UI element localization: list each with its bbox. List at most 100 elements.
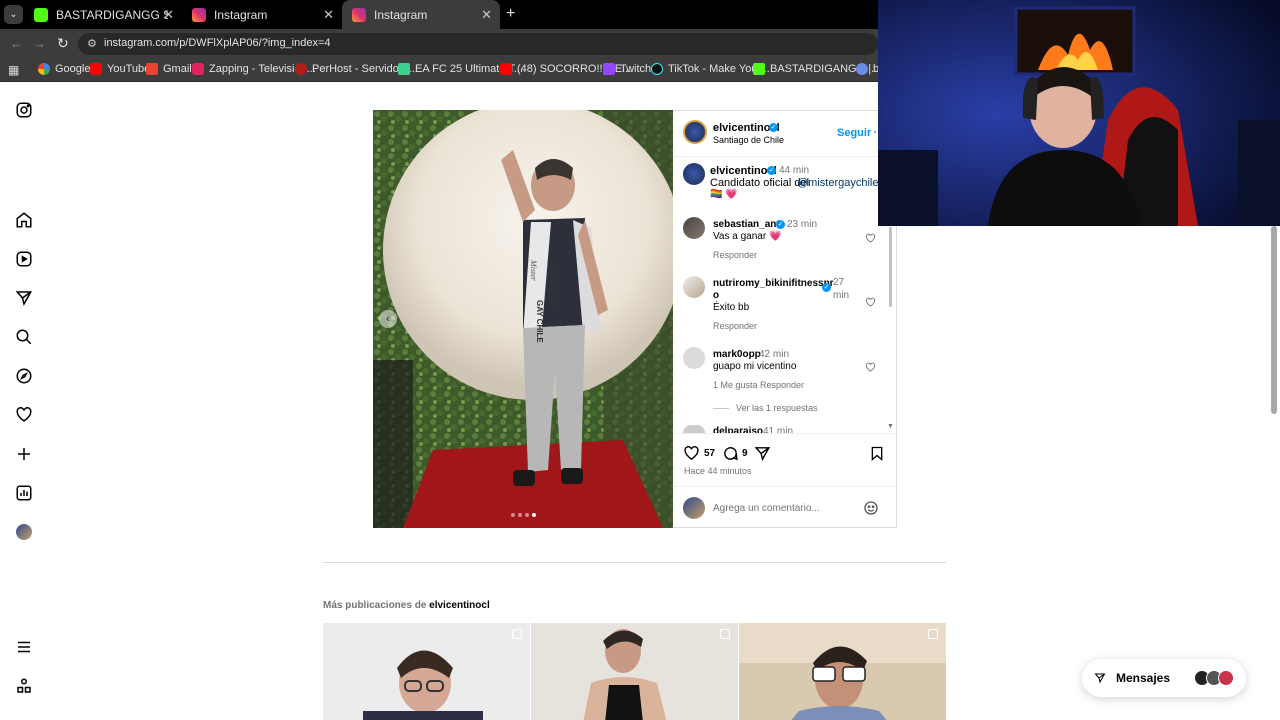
close-icon[interactable]: ✕ xyxy=(323,7,334,23)
comments-scrollbar[interactable] xyxy=(889,227,892,307)
tab-label: BASTARDIGANGG Stream - Wa xyxy=(56,7,168,22)
comment-avatar[interactable] xyxy=(683,276,705,298)
reload-icon[interactable]: ↻ xyxy=(57,35,69,52)
back-icon[interactable]: ← xyxy=(10,36,23,51)
scroll-down-icon[interactable]: ▼ xyxy=(887,423,894,430)
send-icon[interactable] xyxy=(15,289,33,307)
comment-count[interactable]: 9 xyxy=(742,448,748,459)
sash-text-3: Mister xyxy=(529,259,538,282)
bookmark-tiktok[interactable]: TikTok - Make Your... xyxy=(651,63,770,75)
reply-button[interactable]: Responder xyxy=(713,250,757,260)
create-icon[interactable] xyxy=(15,445,33,463)
current-user-avatar xyxy=(683,497,705,519)
comment-text: guapo mi vicentino xyxy=(713,361,797,372)
avatar xyxy=(1218,670,1234,686)
caption-mention[interactable]: @mistergaychile xyxy=(797,177,878,189)
carousel-prev-button[interactable]: ‹ xyxy=(379,310,397,328)
tab-instagram-1[interactable]: Instagram ✕ xyxy=(182,0,342,29)
message-avatars xyxy=(1194,670,1234,686)
grid-post[interactable] xyxy=(739,623,946,720)
reply-button[interactable]: Responder xyxy=(713,321,757,331)
comment-icon[interactable] xyxy=(722,445,739,462)
caption-time: 44 min xyxy=(779,165,810,176)
zapping-icon xyxy=(192,63,204,75)
comment-avatar[interactable] xyxy=(683,347,705,369)
comment-username[interactable]: mark0opp xyxy=(713,349,761,360)
bookmark-google[interactable]: Google xyxy=(38,63,90,75)
comment-username[interactable]: sebastian_antt xyxy=(713,219,783,230)
bookmark-gmail[interactable]: Gmail xyxy=(146,63,192,75)
comment-likes[interactable]: 1 Me gusta xyxy=(713,380,758,390)
heart-icon[interactable] xyxy=(15,406,33,424)
comment-time: 23 min xyxy=(787,219,818,230)
webcam-overlay xyxy=(878,0,1280,226)
like-comment-icon[interactable] xyxy=(865,297,876,308)
close-icon[interactable]: ✕ xyxy=(481,7,492,23)
tab-instagram-active[interactable]: Instagram ✕ xyxy=(342,0,500,29)
like-comment-icon[interactable] xyxy=(865,233,876,244)
eafc-icon xyxy=(398,63,410,75)
new-tab-button[interactable]: + xyxy=(506,5,515,23)
explore-icon[interactable] xyxy=(15,367,33,385)
view-replies-button[interactable]: Ver las 1 respuestas xyxy=(736,403,818,413)
replies-divider xyxy=(713,408,729,409)
carousel-icon xyxy=(928,629,938,639)
comment-avatar[interactable] xyxy=(683,425,705,433)
url-field[interactable]: ⚙ instagram.com/p/DWFlXplAP06/?img_index… xyxy=(78,33,878,55)
emoji-icon[interactable] xyxy=(863,500,879,516)
grid-post[interactable] xyxy=(323,623,530,720)
post-image[interactable]: CANDIDATO GAY CHILE Mister ‹ xyxy=(373,110,673,528)
save-icon[interactable] xyxy=(869,445,885,462)
comment-username[interactable]: nutriromy_bikinifitnesspr xyxy=(713,278,834,289)
author-location[interactable]: Santiago de Chile xyxy=(713,135,784,145)
verified-icon: ✓ xyxy=(767,166,776,175)
tab-bastardigangg[interactable]: BASTARDIGANGG Stream - Wa ✕ xyxy=(24,0,182,29)
more-apps-icon[interactable] xyxy=(15,677,33,695)
like-count[interactable]: 57 xyxy=(704,448,715,459)
home-icon[interactable] xyxy=(15,211,33,229)
post-panel: elvicentinocl ✓ Santiago de Chile Seguir… xyxy=(673,110,897,528)
search-icon[interactable] xyxy=(15,328,33,346)
reels-icon[interactable] xyxy=(15,250,33,268)
carousel-dot xyxy=(525,513,529,517)
instagram-logo-icon[interactable] xyxy=(15,101,33,119)
more-posts-label: Más publicaciones de xyxy=(323,600,427,611)
like-comment-icon[interactable] xyxy=(865,362,876,373)
share-icon[interactable] xyxy=(754,445,771,462)
apps-grid-icon[interactable]: ▦ xyxy=(8,63,19,77)
more-posts-user[interactable]: elvicentinocl xyxy=(429,600,490,611)
comment-text: Éxito bb xyxy=(713,302,750,313)
reply-button[interactable]: Responder xyxy=(760,380,804,390)
page-scrollbar[interactable] xyxy=(1271,226,1277,414)
messages-label: Mensajes xyxy=(1115,671,1170,685)
caption-avatar[interactable] xyxy=(683,163,705,185)
sash-text-1: CANDIDATO xyxy=(549,260,559,313)
comment-text: Vas a ganar 💗 xyxy=(713,231,782,242)
instagram-icon xyxy=(192,7,206,22)
twitch-icon xyxy=(603,63,615,75)
grid-post[interactable] xyxy=(531,623,738,720)
like-icon[interactable] xyxy=(683,445,700,462)
messages-button[interactable]: Mensajes xyxy=(1082,659,1246,697)
grid-post-thumbnail xyxy=(739,623,946,720)
close-icon[interactable]: ✕ xyxy=(163,7,174,23)
bookmark-twitch[interactable]: Twitch xyxy=(603,63,651,75)
follow-button[interactable]: Seguir xyxy=(837,127,871,139)
forward-icon[interactable]: → xyxy=(33,36,46,51)
carousel-icon xyxy=(512,629,522,639)
youtube-icon xyxy=(90,63,102,75)
add-comment-input[interactable]: Agrega un comentario... xyxy=(713,503,820,514)
bookmark-youtube[interactable]: YouTube xyxy=(90,63,150,75)
comment-username-cont: o xyxy=(713,290,720,301)
menu-icon[interactable] xyxy=(15,638,33,656)
caption-emoji: 🏳️‍🌈 💗 xyxy=(710,189,738,200)
carousel-dot xyxy=(518,513,522,517)
dashboard-icon[interactable] xyxy=(15,484,33,502)
site-info-icon[interactable]: ⚙ xyxy=(87,37,97,50)
author-avatar[interactable] xyxy=(683,120,707,144)
google-icon xyxy=(38,63,50,75)
profile-avatar[interactable] xyxy=(16,524,32,540)
tab-search-button[interactable]: ⌄ xyxy=(4,5,23,24)
comment-avatar[interactable] xyxy=(683,217,705,239)
verified-icon: ✓ xyxy=(822,283,831,292)
